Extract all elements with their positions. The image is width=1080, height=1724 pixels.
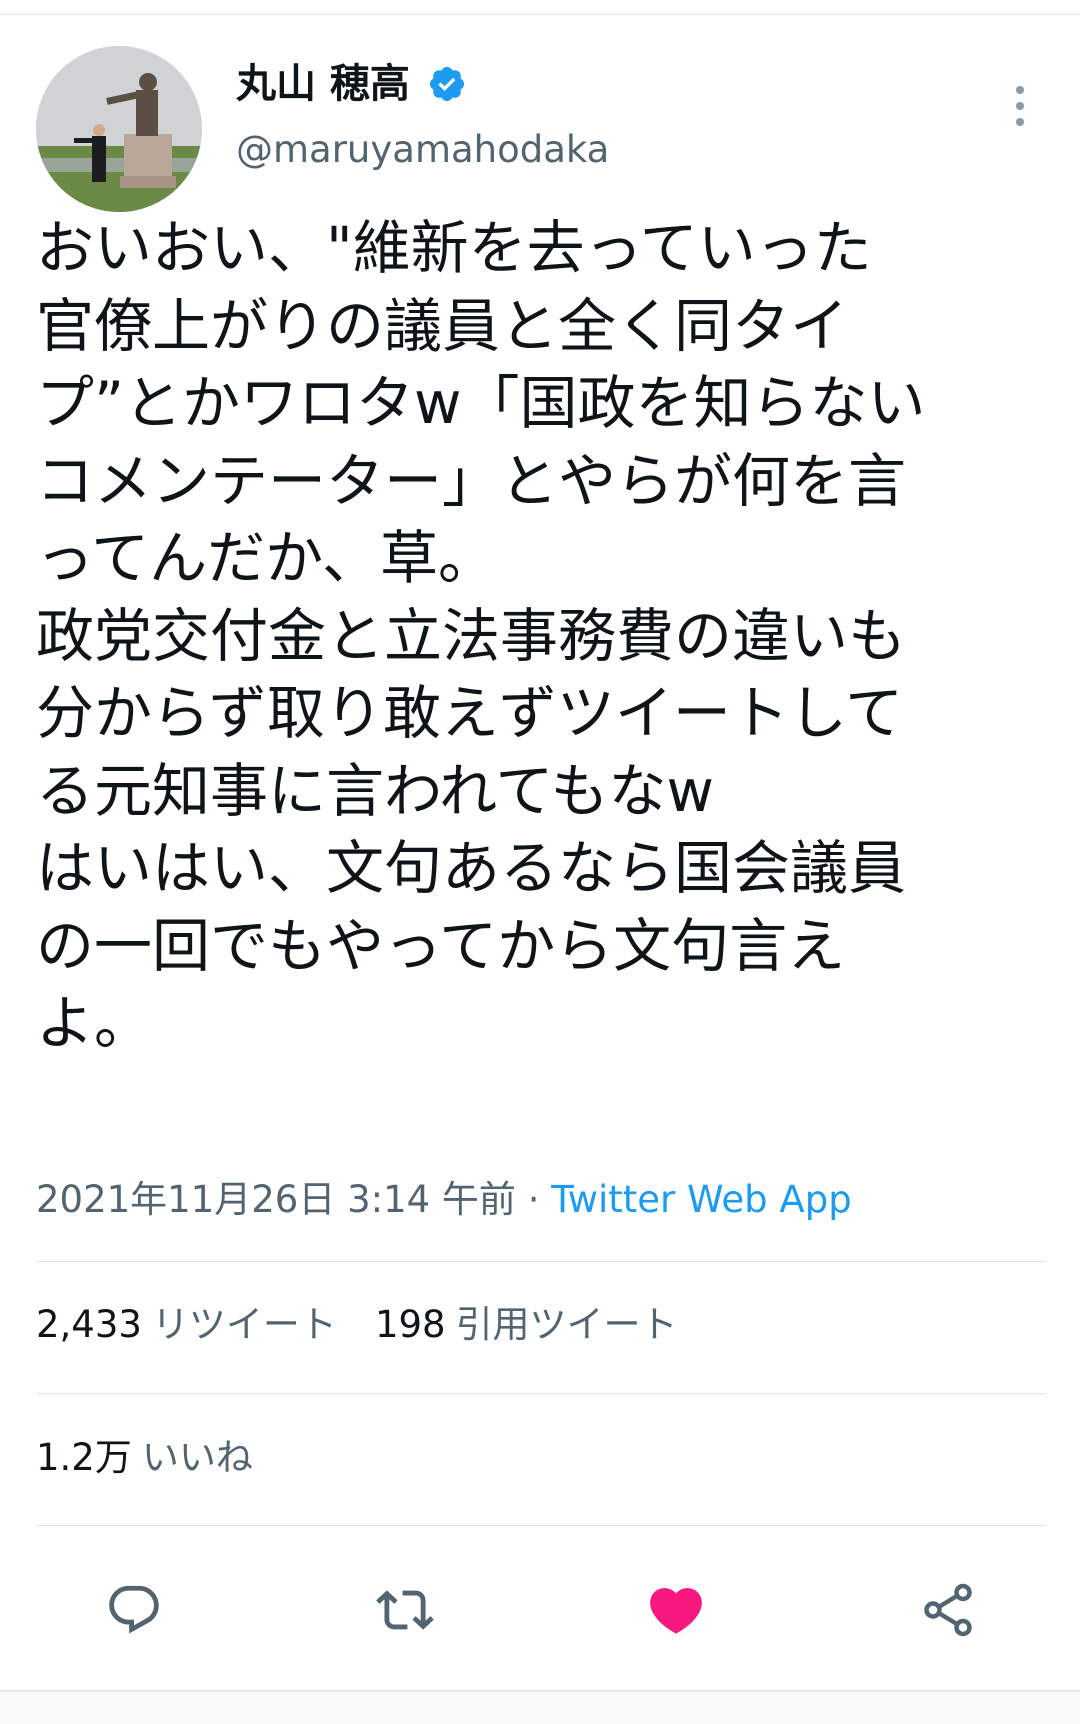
likes-label: いいね <box>141 1436 253 1479</box>
share-button[interactable] <box>908 1570 988 1650</box>
divider <box>36 1393 1046 1394</box>
avatar-image <box>36 46 202 212</box>
quotes-label: 引用ツイート <box>455 1303 678 1346</box>
tweet-text-line: プ”とかワロタw「国政を知らない <box>36 369 926 437</box>
likes-stats-row: 1.2万 いいね <box>36 1433 253 1483</box>
handle[interactable]: @maruyamahodaka <box>236 128 609 172</box>
retweets-count: 2,433 <box>36 1303 142 1346</box>
tweet-text: おいおい、"維新を去っていった 官僚上がりの議員と全く同タイプ”とかワロタw「国政… <box>36 210 1046 1063</box>
timestamp[interactable]: 2021年11月26日 3:14 午前 <box>36 1178 516 1221</box>
divider <box>36 1261 1046 1262</box>
tweet-text-line: コメンテーター」とやらが何を言 <box>36 446 907 515</box>
retweet-icon <box>376 1590 434 1630</box>
avatar[interactable] <box>36 46 202 212</box>
tweet-text-line: よ。 <box>36 989 153 1057</box>
bottom-edge <box>0 1690 1080 1724</box>
likes-count: 1.2万 <box>36 1436 132 1479</box>
tweet-text-line: ってんだか、草。 <box>36 524 496 592</box>
tweet-meta: 2021年11月26日 3:14 午前 · Twitter Web App <box>36 1175 852 1225</box>
divider <box>36 1525 1046 1526</box>
tweet-text-line: 分からず取り敢えずツイートして <box>36 679 904 747</box>
retweets-stat[interactable]: 2,433 リツイート <box>36 1303 337 1346</box>
tweet-header: 丸山 穂高 @maruyamahodaka <box>36 46 1046 216</box>
verified-badge-icon <box>429 66 465 102</box>
display-name[interactable]: 丸山 穂高 <box>236 60 410 108</box>
tweet-actions <box>36 1570 1046 1650</box>
reply-button[interactable] <box>94 1570 174 1650</box>
reply-icon <box>109 1585 159 1634</box>
tweet-text-line: る元知事に言われてもなw <box>36 756 714 825</box>
retweet-button[interactable] <box>365 1570 445 1650</box>
tweet-text-line: はいはい、文句あるなら国会議員 <box>36 834 907 902</box>
retweets-label: リツイート <box>151 1303 337 1346</box>
share-icon <box>924 1583 972 1637</box>
tweet-text-line: 政党交付金と立法事務費の違いも <box>36 601 907 670</box>
more-vertical-icon[interactable] <box>1010 76 1030 136</box>
tweet-text-line: 官僚上がりの議員と全く同タイ <box>36 291 849 360</box>
meta-separator: · <box>515 1178 552 1221</box>
heart-icon <box>650 1588 702 1634</box>
quotes-count: 198 <box>374 1303 446 1346</box>
author-block[interactable]: 丸山 穂高 @maruyamahodaka <box>236 60 609 172</box>
like-button[interactable] <box>636 1570 716 1650</box>
top-edge <box>0 0 1080 15</box>
quotes-stat[interactable]: 198 引用ツイート <box>375 1303 678 1346</box>
source-link[interactable]: Twitter Web App <box>551 1178 851 1221</box>
retweet-stats-row: 2,433 リツイート 198 引用ツイート <box>36 1300 678 1350</box>
likes-stat[interactable]: 1.2万 いいね <box>36 1436 253 1479</box>
tweet-text-line: の一回でもやってから文句言え <box>36 911 846 980</box>
tweet-text-line: おいおい、"維新を去っていった <box>36 214 872 282</box>
